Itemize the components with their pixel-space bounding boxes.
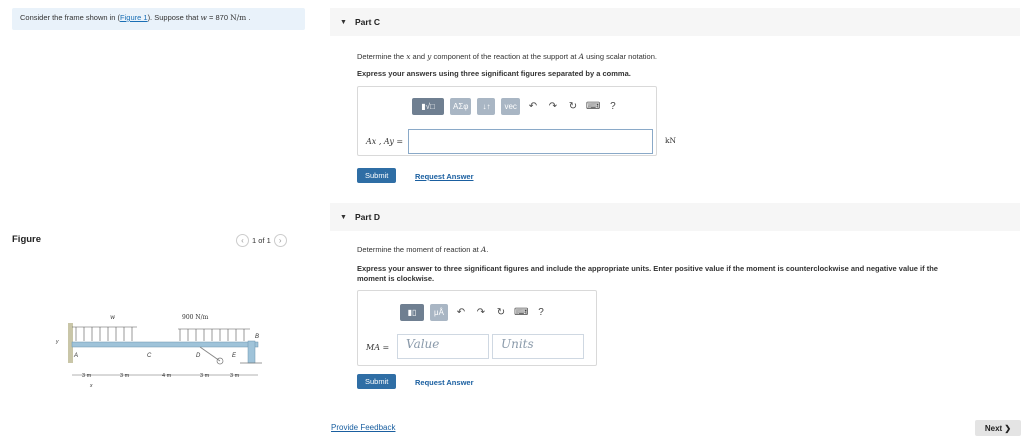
load-w-label: w xyxy=(110,314,116,321)
part-d-value-input[interactable]: Value xyxy=(397,334,489,359)
caret-down-icon[interactable]: ▼ xyxy=(340,214,347,221)
provide-feedback-link[interactable]: Provide Feedback xyxy=(331,423,395,432)
part-c-label-text: Ax , Ay = xyxy=(366,137,404,146)
label-b: B xyxy=(255,334,259,340)
dim-4: 3 m xyxy=(200,373,210,379)
undo-icon[interactable]: ↶ xyxy=(526,101,540,112)
part-c-title: Part C xyxy=(354,17,380,27)
label-e: E xyxy=(232,353,237,359)
undo-icon[interactable]: ↶ xyxy=(454,307,468,318)
part-d-instruction: Determine the moment of reaction at A. xyxy=(357,245,488,254)
part-c-instruction: Determine the x and y component of the r… xyxy=(357,52,657,61)
part-d-instr-1: Determine the moment of reaction at xyxy=(357,245,481,254)
chevron-left-icon[interactable]: ‹ xyxy=(236,234,249,247)
part-d-field-label: MA = xyxy=(366,343,389,352)
template-button[interactable]: ▮√□ xyxy=(412,98,444,115)
keyboard-icon[interactable]: ⌨ xyxy=(514,307,528,318)
part-d-instr-2: . xyxy=(486,245,489,254)
dim-2: 3 m xyxy=(120,373,130,379)
part-d-toolbar: ▮▯ μÅ ↶ ↷ ↻ ⌨ ? xyxy=(400,304,548,321)
part-c-unit: kN xyxy=(665,136,677,145)
part-c-field-label: Ax , Ay = xyxy=(366,137,403,146)
w-unit: N/m xyxy=(230,13,247,22)
problem-text-2: ). Suppose that xyxy=(147,13,201,22)
help-icon[interactable]: ? xyxy=(534,307,548,318)
dim-3: 4 m xyxy=(162,373,172,379)
axis-x-label: x xyxy=(89,383,93,389)
template-button[interactable]: ▮▯ xyxy=(400,304,424,321)
reset-icon[interactable]: ↻ xyxy=(566,101,580,112)
help-icon[interactable]: ? xyxy=(606,101,620,112)
post-b xyxy=(247,340,256,364)
next-button[interactable]: Next ❯ xyxy=(975,420,1021,436)
part-c-and: and xyxy=(410,52,428,61)
part-c-answer-input[interactable] xyxy=(408,129,653,154)
part-c-toolbar: ▮√□ ΑΣφ ↓↑ vec ↶ ↷ ↻ ⌨ ? xyxy=(412,98,620,115)
figure-pager: ‹ 1 of 1 › xyxy=(236,234,287,247)
part-c-request-answer-link[interactable]: Request Answer xyxy=(415,172,474,181)
beam xyxy=(71,341,259,348)
load-w-arrows xyxy=(72,326,137,341)
arrows-button[interactable]: ↓↑ xyxy=(477,98,496,115)
part-d-request-answer-link[interactable]: Request Answer xyxy=(415,378,474,387)
dim-1: 3 m xyxy=(82,373,92,379)
label-a: A xyxy=(73,353,78,359)
load-900-label: 900 N/m xyxy=(182,314,209,321)
units-button[interactable]: μÅ xyxy=(430,304,448,321)
part-d-label-text: MA = xyxy=(366,343,390,352)
part-d-bold-line-1: Express your answer to three significant… xyxy=(357,264,938,273)
part-c-submit-button[interactable]: Submit xyxy=(357,168,397,183)
redo-icon[interactable]: ↷ xyxy=(546,101,560,112)
part-d-bold-instruction: Express your answer to three significant… xyxy=(357,264,1024,284)
part-c-bold-instruction: Express your answers using three signifi… xyxy=(357,69,631,78)
part-d-units-input[interactable]: Units xyxy=(492,334,584,359)
label-c: C xyxy=(147,353,152,359)
part-d-submit-button[interactable]: Submit xyxy=(357,374,397,389)
label-d: D xyxy=(196,353,201,359)
reset-icon[interactable]: ↻ xyxy=(494,307,508,318)
problem-text-1: Consider the frame shown in ( xyxy=(20,13,121,22)
frame-diagram: w 900 N/m y A C D E B 3 m 3 m 4 m 3 m 3 … xyxy=(55,314,262,389)
figure-title: Figure xyxy=(12,234,42,245)
load-900-arrows xyxy=(178,328,250,341)
part-c-instr-2: component of the reaction at the support… xyxy=(431,52,579,61)
period: . xyxy=(246,13,251,22)
dimension-labels: 3 m 3 m 4 m 3 m 3 m xyxy=(82,373,240,379)
part-d-header[interactable]: ▼ Part D xyxy=(330,203,1020,231)
greek-button[interactable]: ΑΣφ xyxy=(450,98,472,115)
strut xyxy=(199,346,221,362)
caret-down-icon[interactable]: ▼ xyxy=(340,19,347,26)
redo-icon[interactable]: ↷ xyxy=(474,307,488,318)
chevron-right-icon[interactable]: › xyxy=(273,234,287,247)
keyboard-icon[interactable]: ⌨ xyxy=(586,101,600,112)
pager-text: 1 of 1 xyxy=(252,236,271,245)
w-value: = 870 xyxy=(206,13,231,22)
left-panel: Consider the frame shown in (Figure 1). … xyxy=(0,0,318,436)
problem-statement: Consider the frame shown in (Figure 1). … xyxy=(12,8,305,30)
part-c-instr-3: using scalar notation. xyxy=(583,52,657,61)
axis-y-label: y xyxy=(55,339,59,345)
right-panel: ▼ Part C Determine the x and y component… xyxy=(330,0,1024,436)
part-c-header[interactable]: ▼ Part C xyxy=(330,8,1020,36)
dim-5: 3 m xyxy=(230,373,240,379)
part-d-bold-line-2: moment is clockwise. xyxy=(357,274,435,283)
vec-button[interactable]: vec xyxy=(501,98,520,115)
part-d-title: Part D xyxy=(354,212,380,222)
part-c-instr-1: Determine the xyxy=(357,52,407,61)
figure-link[interactable]: Figure 1 xyxy=(120,13,148,22)
